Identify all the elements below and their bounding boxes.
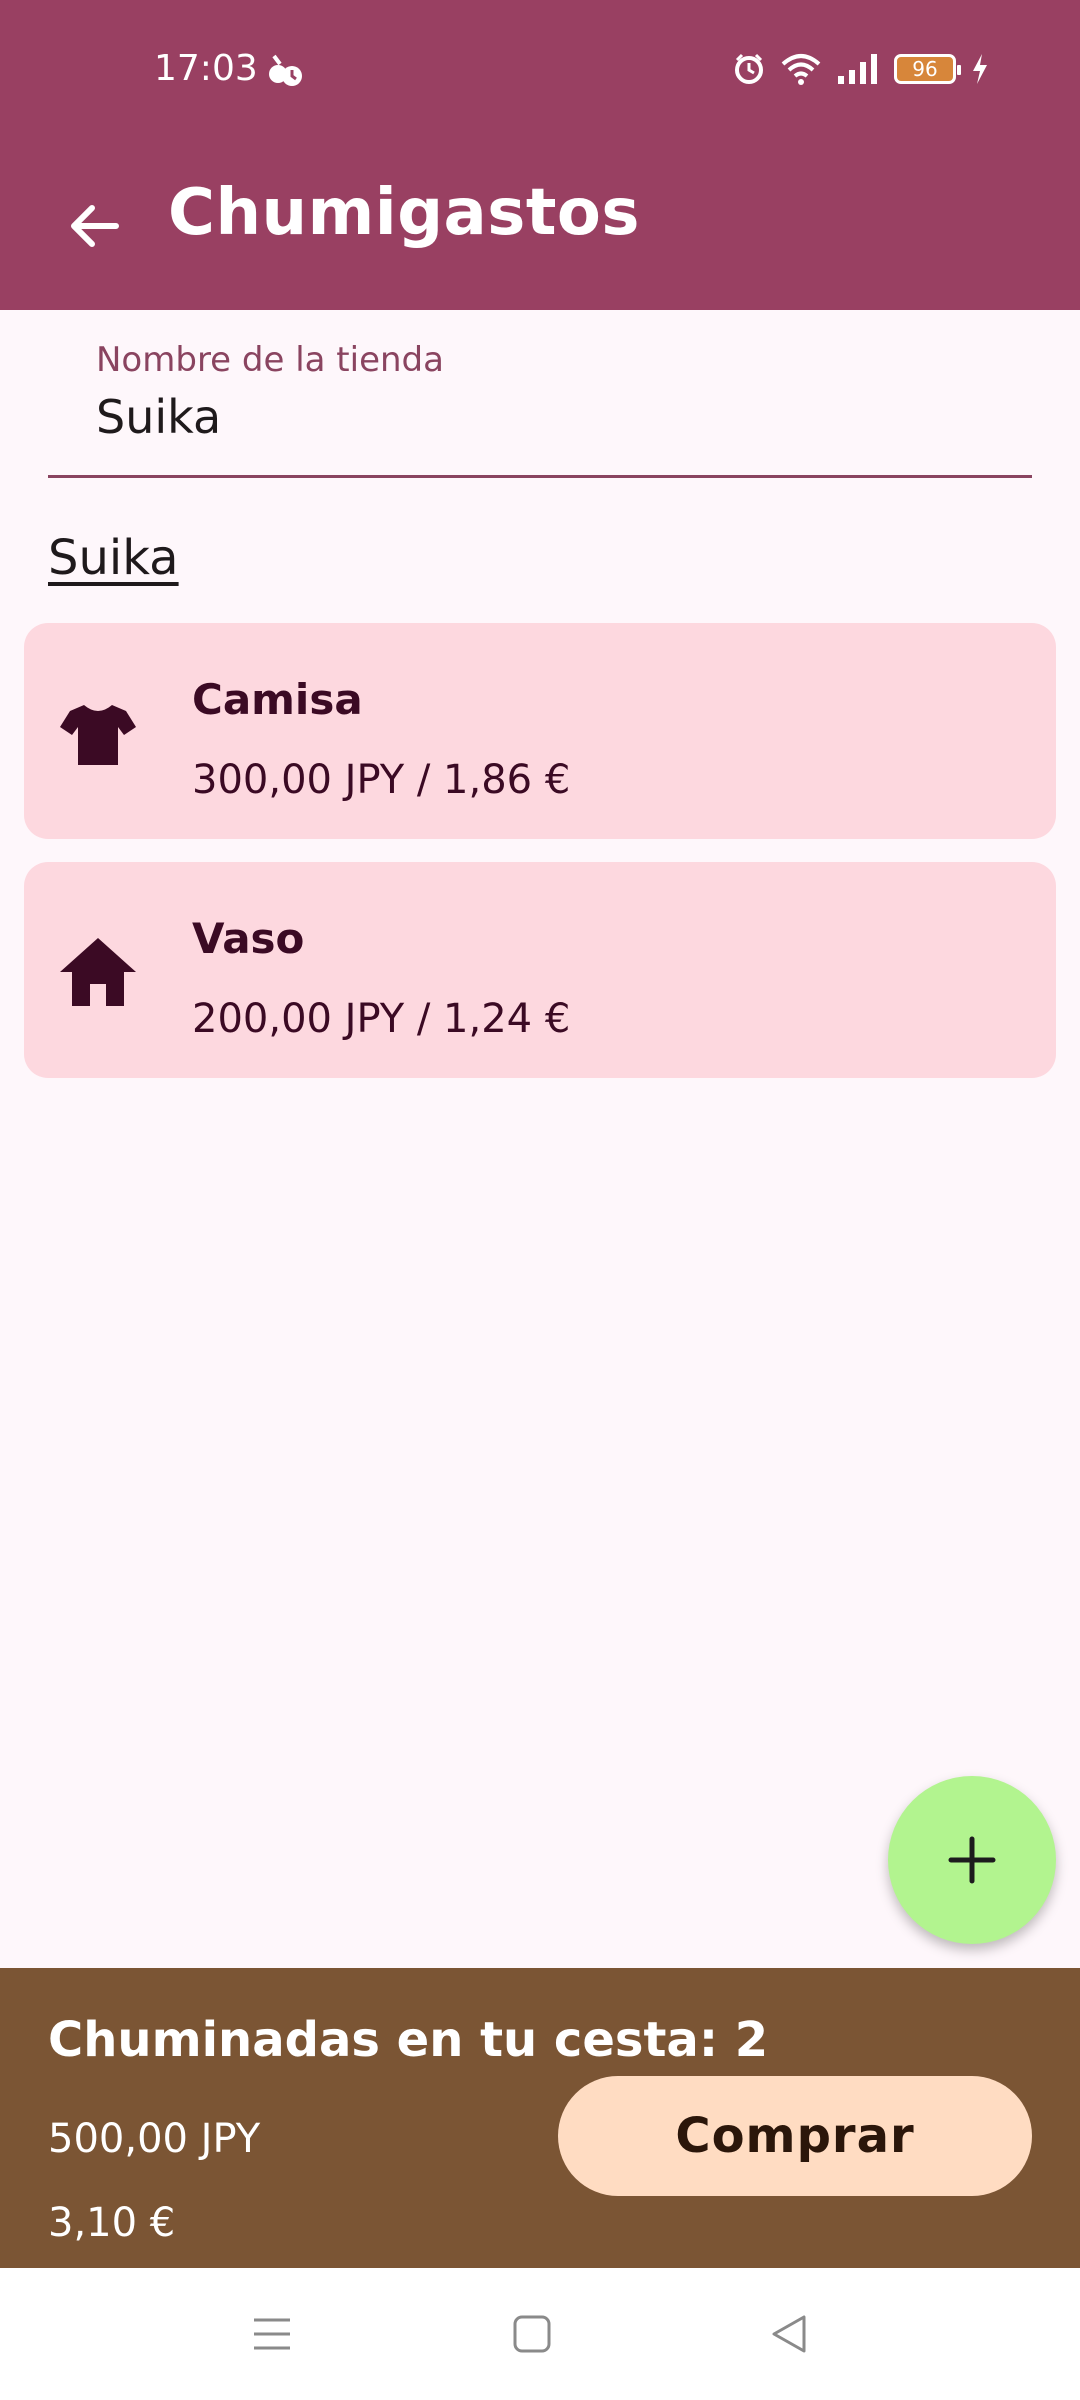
item-card-camisa[interactable]: Camisa 300,00 JPY / 1,86 € xyxy=(24,623,1056,839)
app-title: Chumigastos xyxy=(168,176,640,250)
basket-total-jpy: 500,00 JPY xyxy=(48,2116,261,2162)
status-time: 17:03 xyxy=(154,48,258,89)
status-bar: 17:03 96 xyxy=(0,0,1080,144)
plus-icon xyxy=(948,1836,996,1884)
buy-button[interactable]: Comprar xyxy=(558,2076,1032,2196)
status-icons-right: 96 xyxy=(732,52,990,86)
back-triangle-icon xyxy=(772,2315,806,2353)
nav-back-button[interactable] xyxy=(760,2304,820,2364)
nav-home-button[interactable] xyxy=(502,2304,562,2364)
app-bar: Chumigastos xyxy=(0,144,1080,310)
store-name-field[interactable]: Nombre de la tienda xyxy=(48,310,1032,478)
wifi-icon xyxy=(781,54,821,85)
item-name: Camisa xyxy=(192,675,363,724)
menu-icon xyxy=(254,2318,290,2350)
basket-panel: Chuminadas en tu cesta: 2 500,00 JPY 3,1… xyxy=(0,1968,1080,2268)
home-square-icon xyxy=(513,2315,551,2353)
home-icon xyxy=(60,938,136,1006)
item-name: Vaso xyxy=(192,914,305,963)
item-card-vaso[interactable]: Vaso 200,00 JPY / 1,24 € xyxy=(24,862,1056,1078)
item-price: 300,00 JPY / 1,86 € xyxy=(192,757,571,803)
store-heading: Suika xyxy=(48,530,179,586)
item-price: 200,00 JPY / 1,24 € xyxy=(192,996,571,1042)
tshirt-icon xyxy=(60,705,136,765)
store-name-input[interactable] xyxy=(96,390,976,444)
store-name-field-label: Nombre de la tienda xyxy=(96,340,444,380)
add-item-button[interactable] xyxy=(888,1776,1056,1944)
nav-menu-button[interactable] xyxy=(242,2304,302,2364)
signal-icon xyxy=(838,54,877,84)
status-icons-left xyxy=(266,52,306,92)
basket-title: Chuminadas en tu cesta: 2 xyxy=(48,2012,769,2068)
back-button[interactable] xyxy=(54,186,134,266)
battery-icon: 96 xyxy=(894,54,961,84)
alarm-icon xyxy=(735,53,763,84)
system-nav-bar xyxy=(0,2268,1080,2400)
battery-level: 96 xyxy=(912,57,938,81)
arrow-back-icon xyxy=(71,205,119,247)
charging-icon xyxy=(973,54,987,84)
activity-icon xyxy=(269,54,302,86)
basket-total-eur: 3,10 € xyxy=(48,2200,176,2246)
